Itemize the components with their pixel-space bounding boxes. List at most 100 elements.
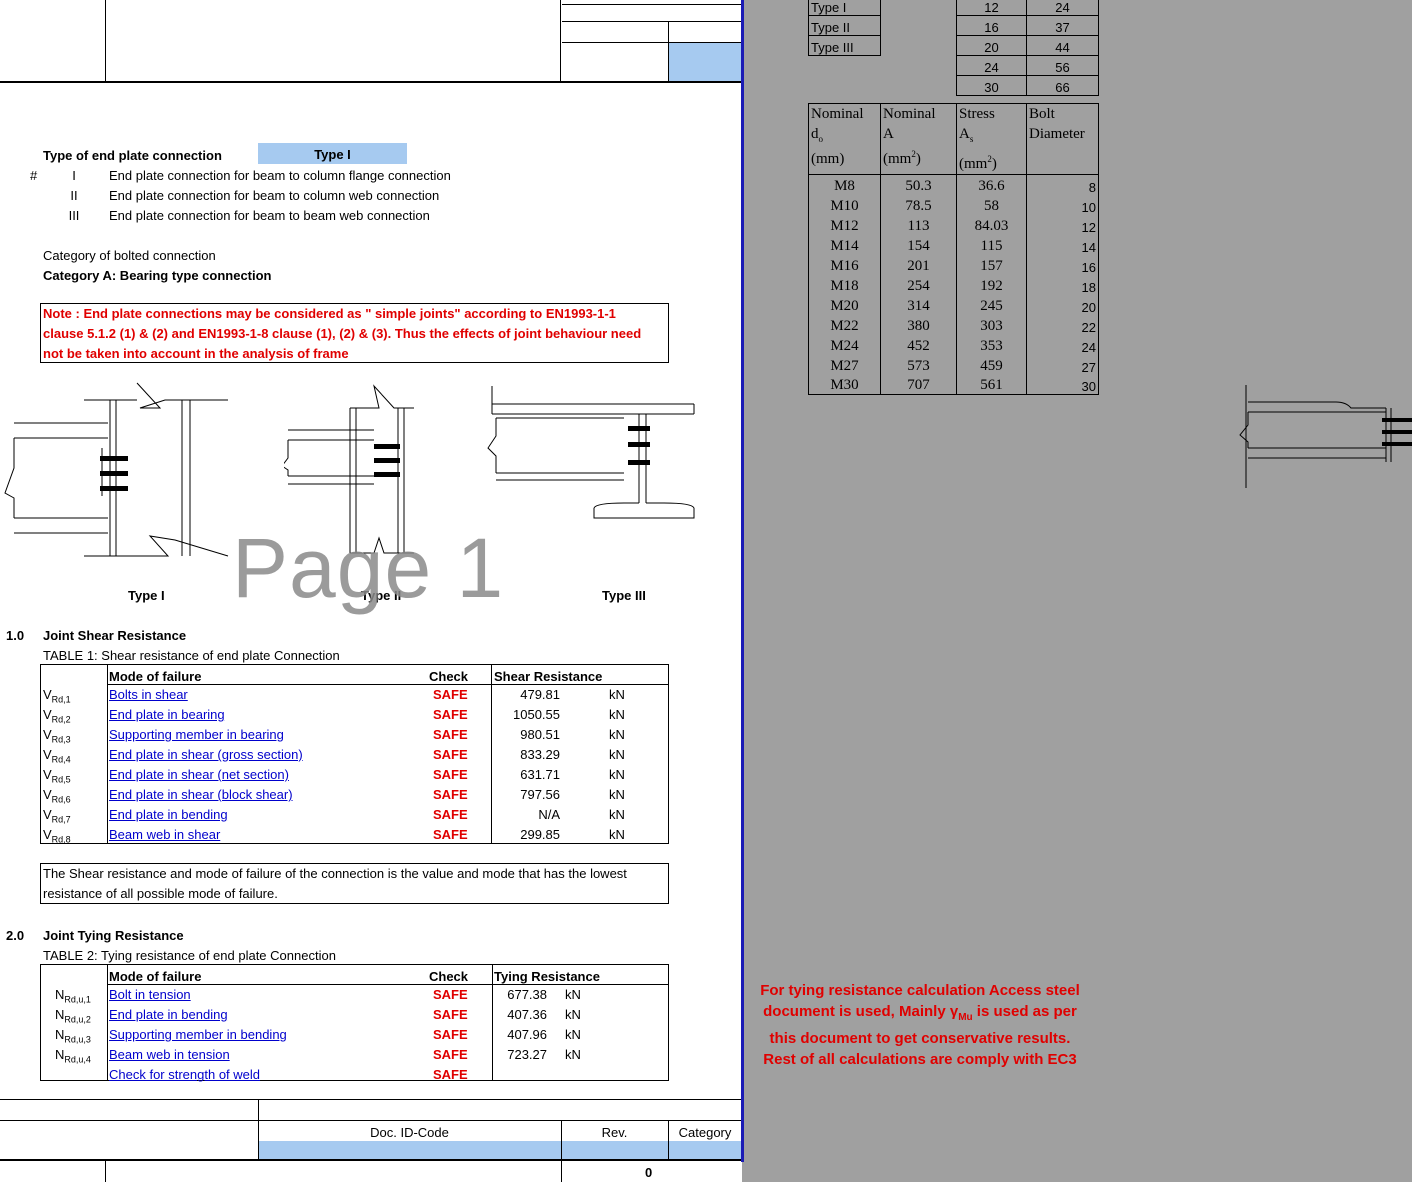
resistance-value: 833.29 [520,747,560,762]
bolt-diameter-cell: 27 [1026,354,1099,375]
bolt-size-cell: M27 [808,354,881,375]
resistance-unit: kN [609,747,625,762]
connection-type-value: Type I [314,147,351,162]
symbol-cell: VRd,5 [43,767,71,785]
bolt-row: M22 380 303 22 [808,314,1099,335]
resistance-value: 980.51 [520,727,560,742]
note-line3: not be taken into account in the analysi… [43,346,349,361]
failure-mode-link[interactable]: Bolt in tension [109,985,191,1005]
bolt-row: M16 201 157 16 [808,254,1099,275]
check-status: SAFE [433,807,468,822]
rev-field[interactable] [562,1141,668,1159]
bolt-diameter-cell: 18 [1026,274,1099,295]
failure-mode-link[interactable]: Bolts in shear [109,685,188,705]
failure-mode-link[interactable]: Check for strength of weld [109,1065,260,1085]
check-status: SAFE [433,687,468,702]
diameter-dw-cell: 56 [1026,55,1099,76]
resistance-value: 723.27 [507,1047,547,1062]
bolt-row: M30 707 561 30 [808,374,1099,395]
bolt-stress-area-cell: 459 [956,354,1027,375]
bolt-row: M14 154 115 14 [808,234,1099,255]
table1-title: TABLE 1: Shear resistance of end plate C… [43,648,340,663]
resistance-value: 299.85 [520,827,560,842]
symbol-cell: NRd,u,4 [55,1047,91,1065]
check-status: SAFE [433,827,468,842]
failure-mode-link[interactable]: Beam web in tension [109,1045,230,1065]
symbol-cell: VRd,7 [43,807,71,825]
option-number: I [72,168,76,183]
symbol-cell: VRd,8 [43,827,71,845]
diameter-d-cell: 20 [956,35,1027,56]
failure-mode-link[interactable]: End plate in shear (block shear) [109,785,293,805]
bolt-nominal-area-cell: 573 [880,354,957,375]
resistance-unit: kN [609,807,625,822]
section2-title: Joint Tying Resistance [43,928,184,943]
bolt-diameter-cell: 24 [1026,334,1099,355]
diameter-type-cell: Type II [808,15,881,36]
page-watermark: Page 1 [232,521,505,615]
resistance-unit: kN [609,707,625,722]
failure-mode-link[interactable]: End plate in bearing [109,705,225,725]
shear-info-box: The Shear resistance and mode of failure… [40,863,669,904]
section2-number: 2.0 [6,928,25,943]
bolt-nominal-area-cell: 78.5 [880,194,957,215]
bolt-nominal-area-cell: 452 [880,334,957,355]
diameter-gap-cell [881,36,957,56]
diameter-d-cell: 12 [956,0,1027,16]
bolt-size-cell: M10 [808,194,881,215]
bolt-row: M24 452 353 24 [808,334,1099,355]
bolt-stress-area-cell: 303 [956,314,1027,335]
diameter-table: Type I 12 24 Type II 16 37 Type III 20 44 24 56 30 6… [808,0,1099,96]
bolt-header-diameter: Bolt Diameter [1026,103,1099,175]
diameter-dw-cell: 24 [1026,0,1099,16]
bolt-stress-area-cell: 192 [956,274,1027,295]
connection-type-select[interactable]: Type I [258,143,407,164]
doc-id-field[interactable] [259,1141,561,1159]
diameter-d-cell: 24 [956,55,1027,76]
option-text: End plate connection for beam to column … [109,168,451,183]
failure-mode-link[interactable]: Supporting member in bearing [109,725,284,745]
failure-mode-link[interactable]: End plate in shear (net section) [109,765,289,785]
table1-header-check: Check [429,669,469,684]
symbol-cell: VRd,1 [43,687,71,705]
resistance-unit: kN [565,1027,581,1042]
bolt-header-nominal-a: Nominal A (mm2) [880,103,957,175]
category-field[interactable] [669,1141,742,1159]
table2-header-check: Check [429,969,469,984]
bolt-size-cell: M22 [808,314,881,335]
bolt-stress-area-cell: 245 [956,294,1027,315]
diameter-dw-cell: 66 [1026,75,1099,96]
failure-mode-link[interactable]: Beam web in shear [109,825,220,845]
section1-number: 1.0 [6,628,25,643]
bolt-stress-area-cell: 561 [956,374,1027,395]
bolt-header-nominal-d: Nominal do (mm) [808,103,881,175]
diameter-gap-cell [881,56,957,76]
bolt-stress-area-cell: 115 [956,234,1027,255]
option-text: End plate connection for beam to column … [109,188,440,203]
resistance-unit: kN [609,787,625,802]
diameter-dw-cell: 37 [1026,15,1099,36]
category-value: Category A: Bearing type connection [43,268,272,283]
bolt-stress-area-cell: 36.6 [956,174,1027,195]
diameter-type-cell: Type III [808,35,881,56]
resistance-value: 677.38 [507,987,547,1002]
check-status: SAFE [433,1027,468,1042]
bolt-stress-area-cell: 353 [956,334,1027,355]
bolt-nominal-area-cell: 50.3 [880,174,957,195]
bolt-diameter-cell: 20 [1026,294,1099,315]
diameter-type-cell [809,56,881,76]
failure-mode-link[interactable]: End plate in bending [109,805,228,825]
failure-mode-link[interactable]: End plate in shear (gross section) [109,745,303,765]
bolt-size-cell: M20 [808,294,881,315]
failure-mode-link[interactable]: End plate in bending [109,1005,228,1025]
bolt-diameter-cell: 12 [1026,214,1099,235]
table2-header-resistance: Tying Resistance [494,969,600,984]
bolt-row: M10 78.5 58 10 [808,194,1099,215]
failure-mode-link[interactable]: Supporting member in bending [109,1025,287,1045]
bolt-size-cell: M30 [808,374,881,395]
tying-note-line2: document is used, Mainly γMu is used as … [763,1003,1077,1023]
bolt-diameter-cell: 16 [1026,254,1099,275]
bolt-diameter-cell: 14 [1026,234,1099,255]
symbol-cell: VRd,2 [43,707,71,725]
bolt-stress-area-cell: 58 [956,194,1027,215]
